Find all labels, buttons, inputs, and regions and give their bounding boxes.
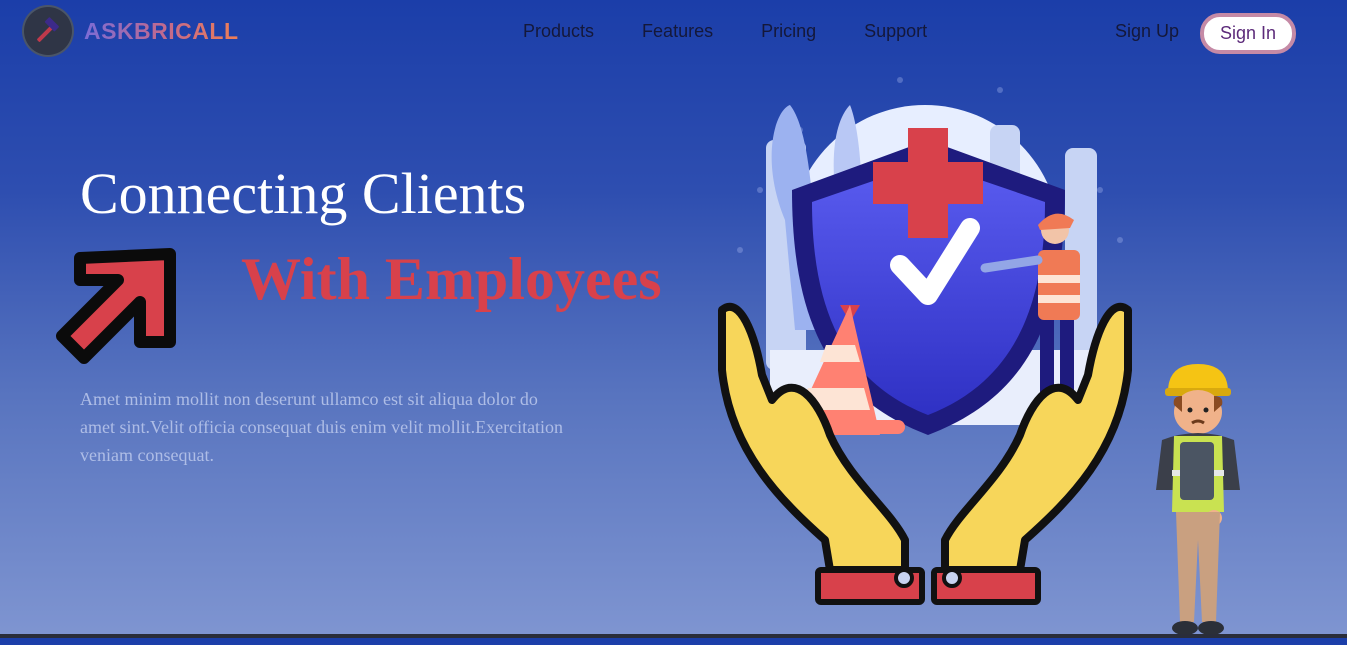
safety-illustration [700,70,1150,615]
nav-support[interactable]: Support [864,21,927,42]
nav-pricing[interactable]: Pricing [761,21,816,42]
sign-up-link[interactable]: Sign Up [1115,21,1179,42]
brand-name: ASKBRICALL [84,17,239,44]
hammer-icon [24,7,72,55]
arrow-up-right-icon [52,240,192,375]
nav-products[interactable]: Products [523,21,594,42]
main-nav: Products Features Pricing Support [523,21,975,42]
hero-description: Amet minim mollit non deserunt ullamco e… [80,389,564,465]
bottom-edge-bar [0,634,1347,638]
sign-in-button[interactable]: Sign In [1200,13,1296,54]
construction-worker-image [1148,360,1248,645]
brand-logo[interactable]: ASKBRICALL [24,7,239,55]
nav-features[interactable]: Features [642,21,713,42]
hero-subtitle: With Employees [241,246,662,312]
hero-title: Connecting Clients [80,161,527,226]
